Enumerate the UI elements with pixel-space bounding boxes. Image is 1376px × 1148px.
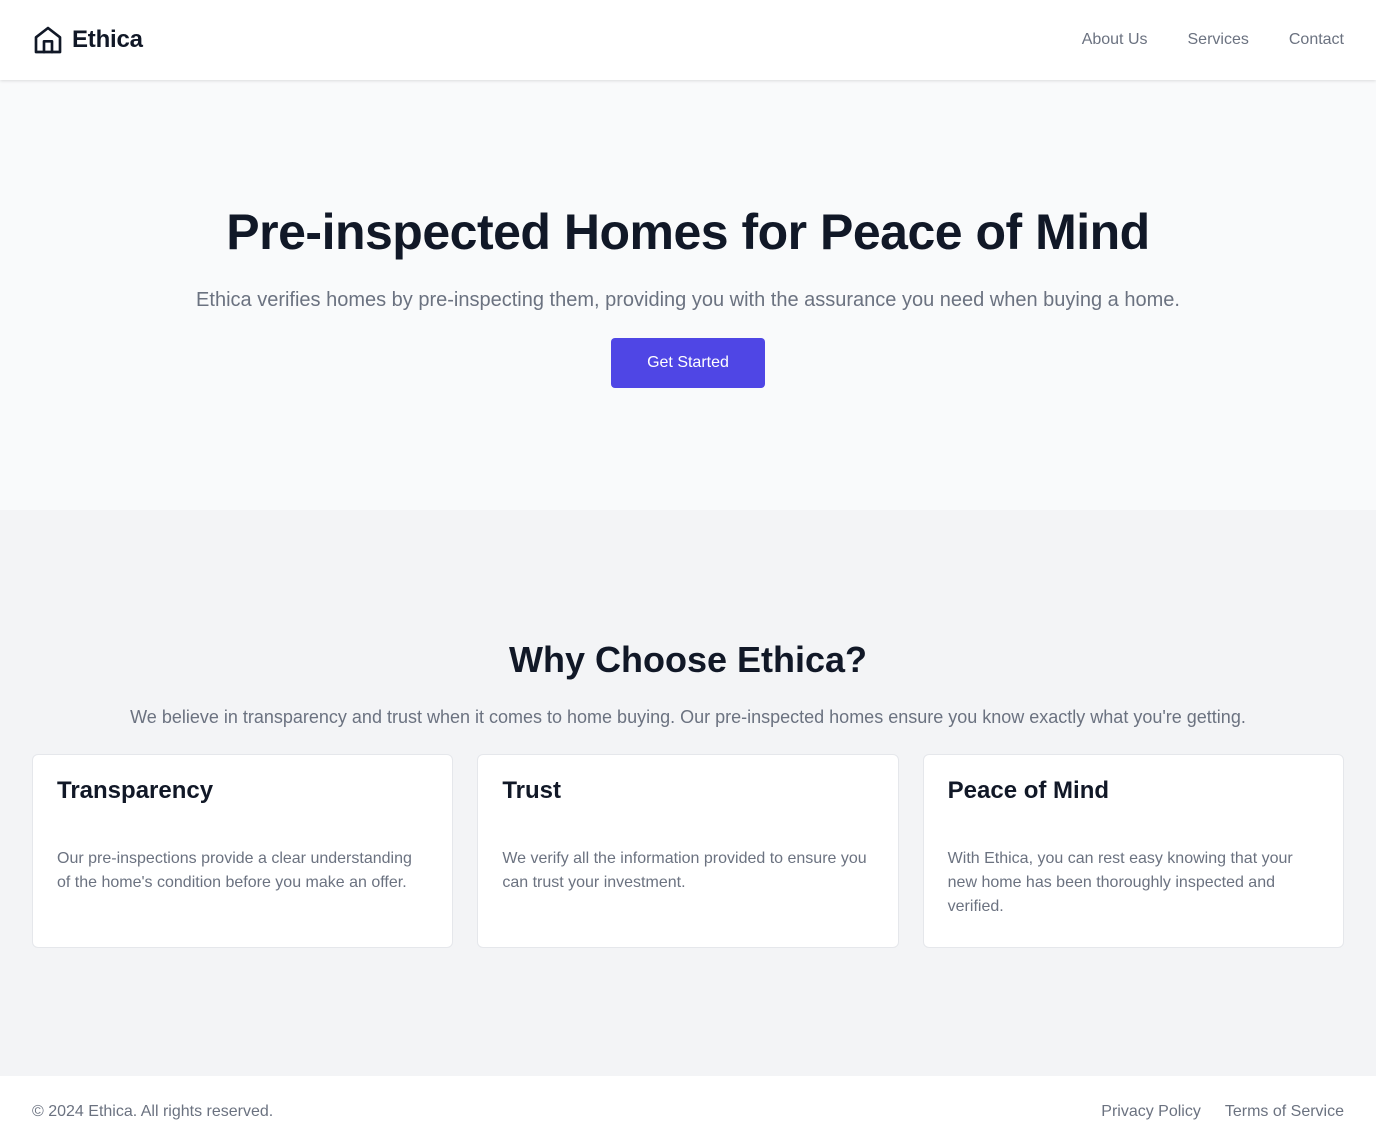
nav-about-us[interactable]: About Us (1082, 31, 1148, 49)
card-title: Transparency (57, 777, 214, 804)
terms-of-service-link[interactable]: Terms of Service (1225, 1103, 1344, 1121)
main-nav: About Us Services Contact (1082, 31, 1344, 49)
card-text: Our pre-inspections provide a clear unde… (57, 850, 412, 891)
feature-card-peace-of-mind: Peace of Mind With Ethica, you can rest … (922, 754, 1344, 948)
site-footer: © 2024 Ethica. All rights reserved. Priv… (0, 1076, 1376, 1148)
why-subtitle: We believe in transparency and trust whe… (130, 707, 1246, 727)
feature-card-trust: Trust We verify all the information prov… (477, 754, 899, 948)
brand[interactable]: Ethica (32, 24, 143, 56)
nav-contact[interactable]: Contact (1289, 31, 1344, 49)
brand-name: Ethica (72, 26, 143, 53)
nav-services[interactable]: Services (1188, 31, 1249, 49)
why-section: Why Choose Ethica? We believe in transpa… (0, 510, 1376, 1076)
card-title: Trust (502, 777, 562, 804)
card-text: We verify all the information provided t… (502, 850, 867, 891)
hero-title: Pre-inspected Homes for Peace of Mind (226, 204, 1150, 260)
footer-links: Privacy Policy Terms of Service (1101, 1103, 1344, 1121)
hero-section: Pre-inspected Homes for Peace of Mind Et… (0, 80, 1376, 510)
get-started-button[interactable]: Get Started (611, 338, 765, 388)
card-text: With Ethica, you can rest easy knowing t… (947, 850, 1293, 915)
feature-card-transparency: Transparency Our pre-inspections provide… (32, 754, 454, 948)
copyright: © 2024 Ethica. All rights reserved. (32, 1103, 274, 1120)
privacy-policy-link[interactable]: Privacy Policy (1101, 1103, 1201, 1121)
why-title: Why Choose Ethica? (508, 639, 868, 680)
feature-cards: Transparency Our pre-inspections provide… (32, 754, 1344, 948)
site-header: Ethica About Us Services Contact (0, 0, 1376, 80)
hero-subtitle: Ethica verifies homes by pre-inspecting … (196, 289, 1180, 311)
card-title: Peace of Mind (947, 777, 1110, 804)
house-icon (32, 24, 64, 56)
